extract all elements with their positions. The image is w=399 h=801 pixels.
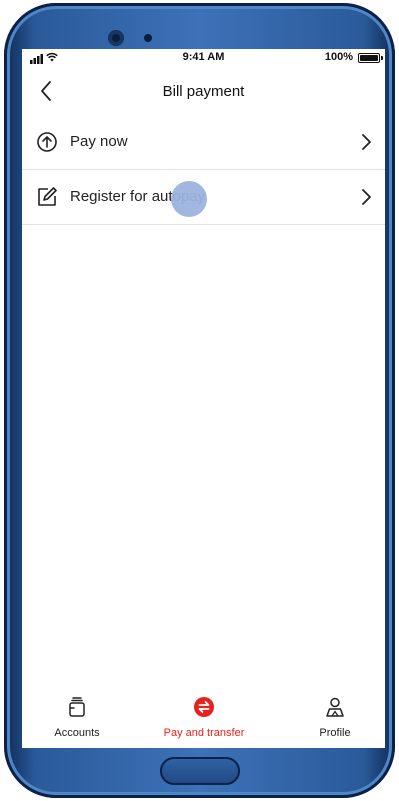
tab-pay-and-transfer[interactable]: Pay and transfer — [149, 689, 259, 748]
chevron-right-icon — [362, 134, 371, 150]
tab-label: Pay and transfer — [163, 727, 245, 739]
status-bar: 9:41 AM 100% — [22, 49, 385, 67]
menu-item-label: Pay now — [70, 133, 128, 150]
tab-accounts[interactable]: Accounts — [22, 689, 132, 748]
edit-icon — [38, 187, 57, 206]
touch-indicator — [171, 181, 207, 217]
user-icon — [326, 697, 344, 717]
app-screen: 9:41 AM 100% Bill payment Pay now Regist… — [22, 49, 385, 748]
tab-bar: Accounts Pay and transfer Profile — [22, 689, 385, 748]
transfer-icon — [194, 697, 214, 717]
battery-icon — [358, 53, 383, 63]
battery-level — [360, 55, 378, 61]
nav-bar: Bill payment — [22, 71, 385, 113]
sensor-icon — [144, 34, 152, 42]
page-title: Bill payment — [162, 83, 245, 100]
menu-item-pay-now[interactable]: Pay now — [22, 115, 385, 170]
home-button[interactable] — [160, 757, 240, 785]
battery-percent: 100% — [324, 51, 353, 63]
tab-label: Accounts — [54, 727, 100, 739]
tab-profile[interactable]: Profile — [280, 689, 385, 748]
camera-icon — [108, 30, 124, 46]
wallet-icon — [69, 697, 85, 717]
arrow-up-circle-icon — [37, 132, 57, 152]
chevron-right-icon — [362, 189, 371, 205]
tab-label: Profile — [319, 727, 351, 739]
